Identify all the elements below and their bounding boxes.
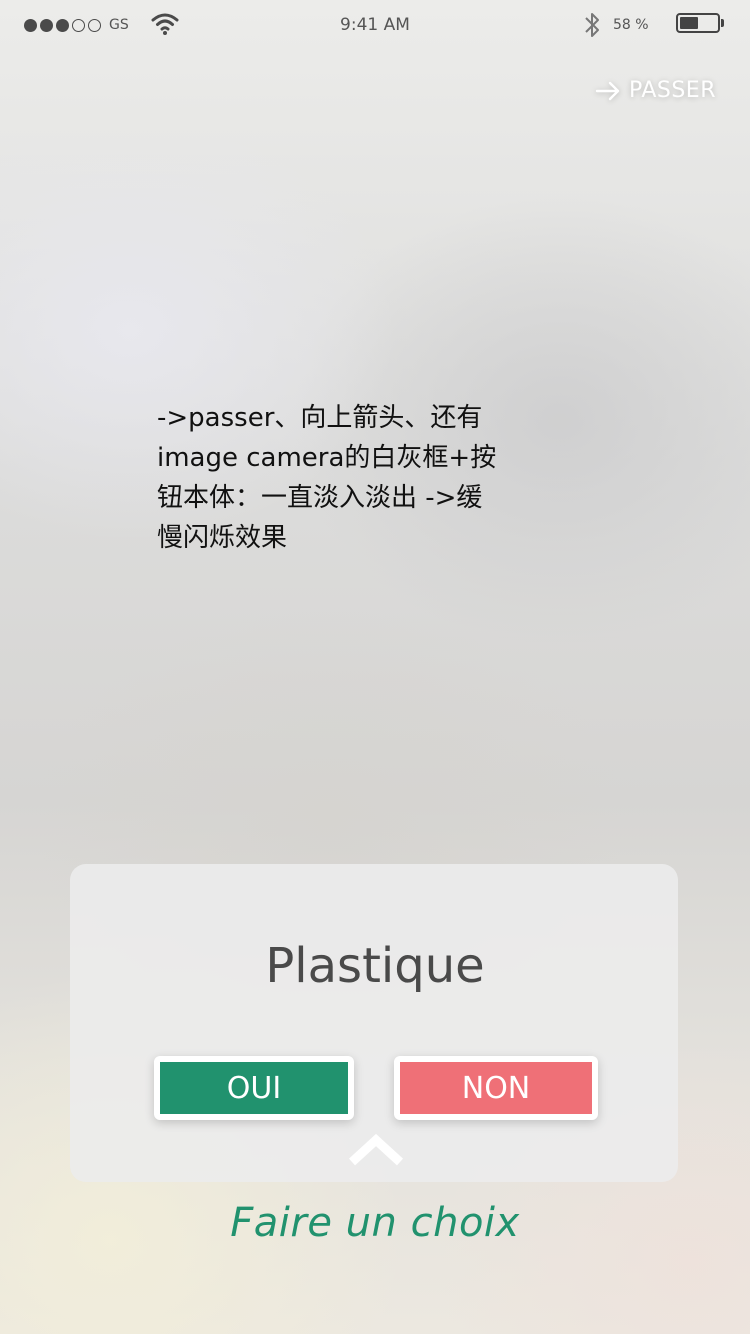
choice-hint: Faire un choix — [230, 1200, 520, 1246]
note-line: 钮本体：一直淡入淡出 ->缓 — [157, 483, 483, 513]
chevron-up-icon[interactable] — [346, 1132, 406, 1172]
no-button[interactable]: NON — [394, 1056, 598, 1120]
note-line: image camera的白灰框+按 — [157, 443, 497, 473]
arrow-right-icon — [595, 81, 620, 100]
skip-button[interactable]: PASSER — [595, 78, 716, 103]
battery-icon — [676, 13, 720, 33]
battery-percent: 58 % — [613, 17, 649, 33]
yes-button[interactable]: OUI — [154, 1056, 354, 1120]
card-title: Plastique — [265, 938, 485, 994]
design-note: ->passer、向上箭头、还有 image camera的白灰框+按 钮本体：… — [157, 398, 557, 558]
note-line: 慢闪烁效果 — [157, 523, 288, 553]
bluetooth-icon — [585, 13, 599, 37]
skip-label: PASSER — [628, 78, 716, 103]
status-bar: GS 9:41 AM 58 % — [0, 0, 750, 50]
battery-tip — [721, 19, 724, 27]
note-line: ->passer、向上箭头、还有 — [157, 403, 483, 433]
